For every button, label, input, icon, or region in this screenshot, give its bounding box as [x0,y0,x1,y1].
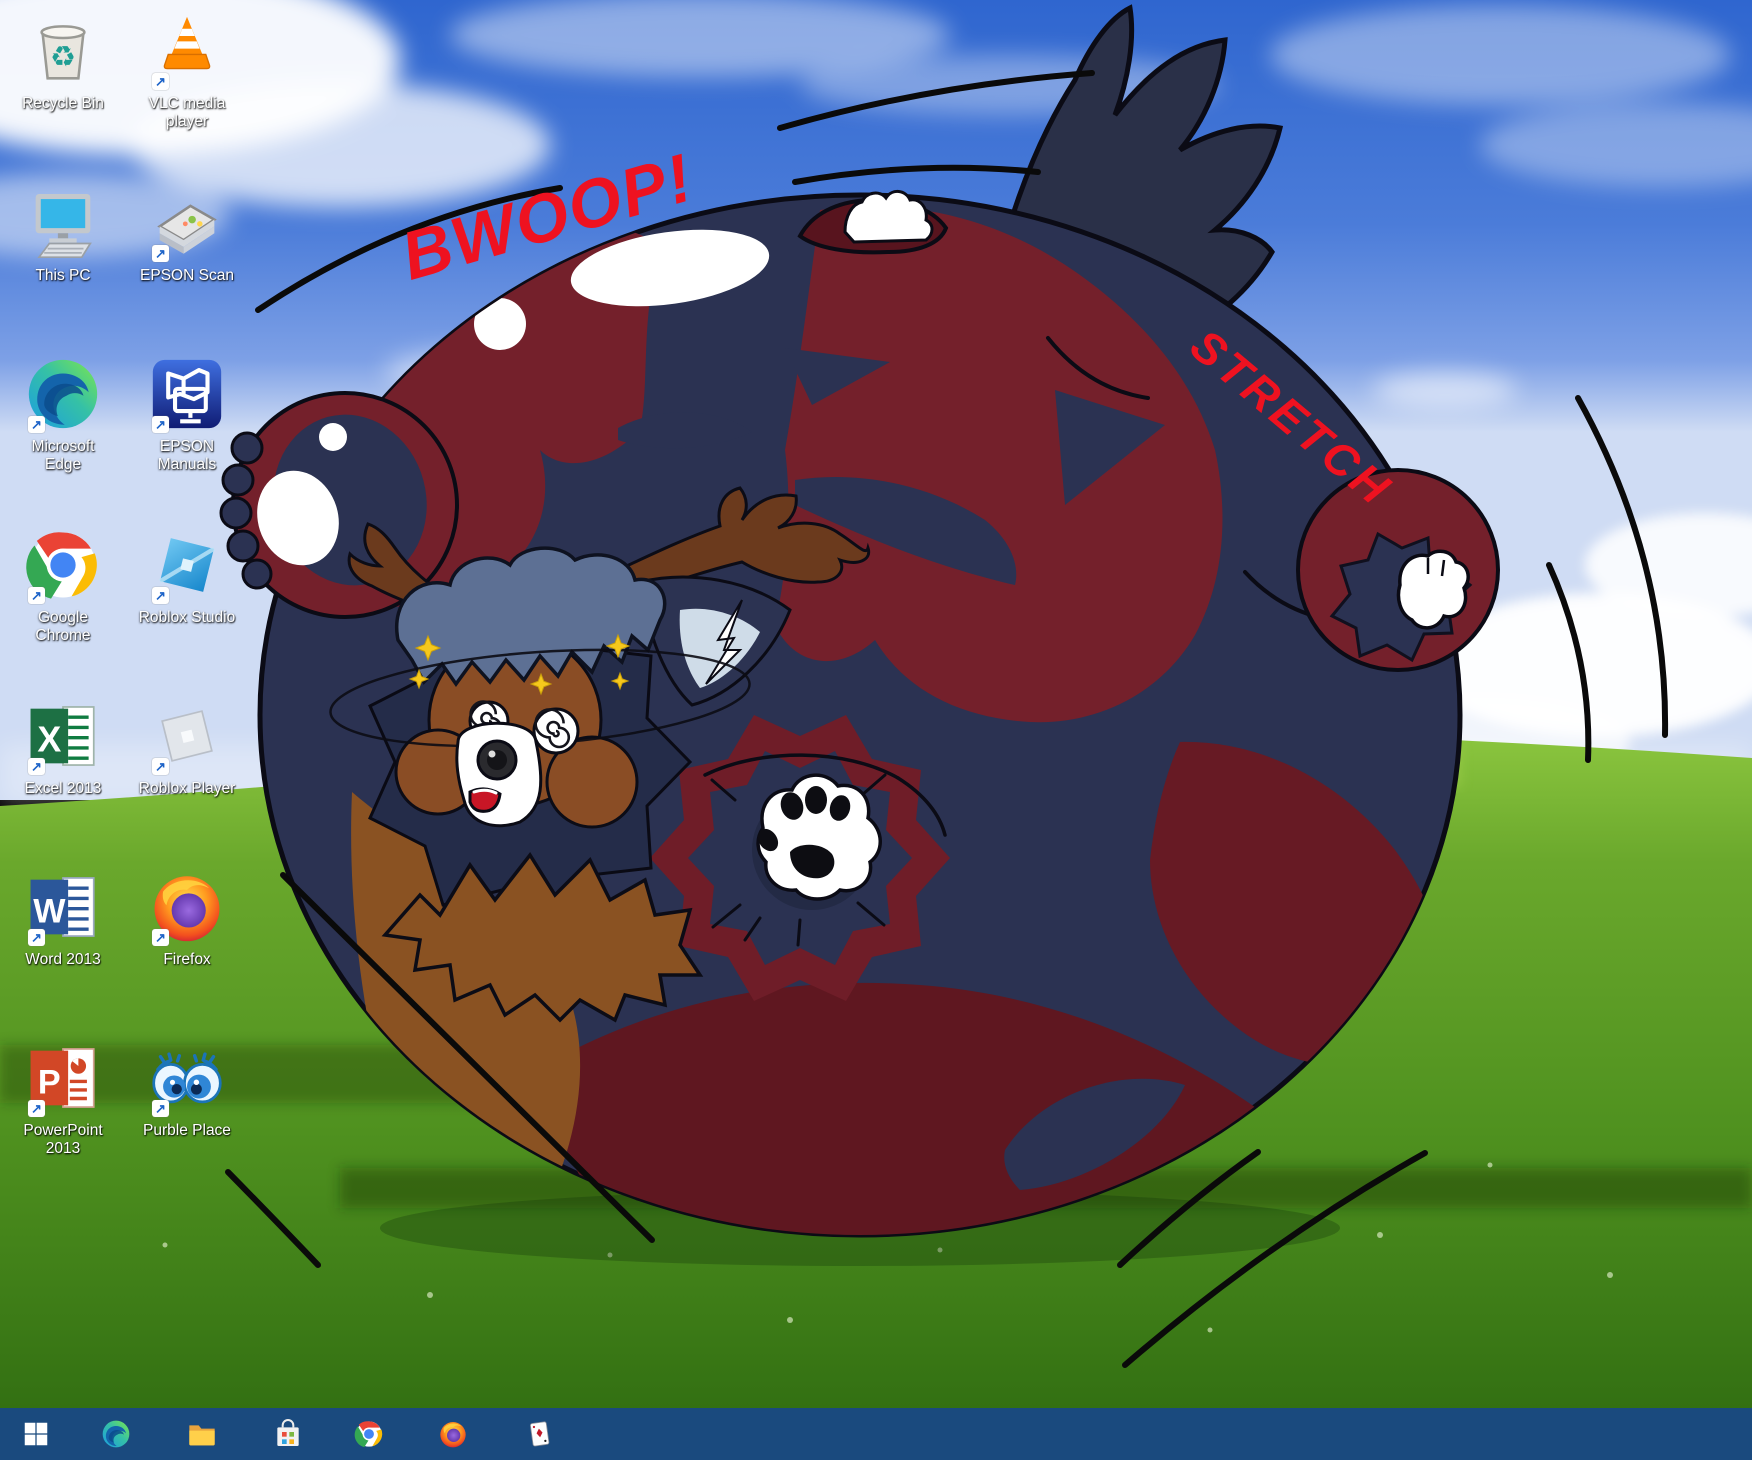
desktop-icon-label: PowerPoint 2013 [23,1122,103,1158]
shortcut-arrow-icon: ↗ [28,416,45,433]
bliss-wallpaper [0,0,1752,1460]
desktop-icon-label: Microsoft Edge [31,438,95,474]
desktop-icon-firefox[interactable]: ↗ Firefox [128,866,246,969]
shortcut-arrow-icon: ↗ [28,929,45,946]
firefox-icon: ↗ [146,866,228,948]
word-2013-icon: W ↗ [22,866,104,948]
taskbar-firefox-icon[interactable] [431,1412,475,1456]
desktop-icon-roblox-player[interactable]: ↗ Roblox Player [128,695,246,798]
desktop-icon-this-pc[interactable]: This PC [4,182,122,285]
desktop-icon-label: Google Chrome [35,609,91,645]
desktop-icon-label: Excel 2013 [24,780,102,797]
desktop-icon-vlc-media-player[interactable]: ↗ VLC media player [128,10,246,132]
desktop-icon-label: Roblox Studio [138,609,236,626]
desktop-screen: ♻ Recycle Bin ↗ VLC media player This PC ↗ EPS… [0,0,1752,1460]
desktop-icon-label: EPSON Manuals [157,438,217,474]
svg-text:P: P [38,1063,61,1101]
shortcut-arrow-icon: ↗ [28,1100,45,1117]
taskbar-solitaire-icon[interactable] [517,1412,561,1456]
desktop-icon-purble-place[interactable]: ↗ Purble Place [128,1037,246,1140]
shortcut-arrow-icon: ↗ [152,416,169,433]
svg-text:X: X [37,719,61,759]
recycle-bin-icon: ♻ [22,10,104,92]
desktop-icon-google-chrome[interactable]: ↗ Google Chrome [4,524,122,646]
desktop-icon-epson-scan[interactable]: ↗ EPSON Scan [128,182,246,285]
powerpoint-2013-icon: P ↗ [22,1037,104,1119]
svg-text:♻: ♻ [50,41,76,73]
shortcut-arrow-icon: ↗ [152,758,169,775]
desktop-icon-label: Firefox [163,951,211,968]
desktop-icon-label: Purble Place [143,1122,231,1139]
microsoft-edge-icon: ↗ [22,353,104,435]
shortcut-arrow-icon: ↗ [152,929,169,946]
desktop-icon-label: Word 2013 [25,951,101,968]
epson-manuals-icon: ↗ [146,353,228,435]
svg-text:W: W [33,892,66,930]
taskbar [0,1408,1752,1460]
roblox-studio-icon: ↗ [146,524,228,606]
google-chrome-icon: ↗ [22,524,104,606]
taskbar-file-explorer-icon[interactable] [180,1412,224,1456]
taskbar-store-icon[interactable] [266,1412,310,1456]
desktop-icon-powerpoint-2013[interactable]: P ↗ PowerPoint 2013 [4,1037,122,1159]
epson-scan-icon: ↗ [146,182,228,264]
desktop-icon-label: Roblox Player [138,780,236,797]
roblox-player-icon: ↗ [146,695,228,777]
taskbar-chrome-icon[interactable] [347,1412,391,1456]
purble-place-icon: ↗ [146,1037,228,1119]
desktop-icon-microsoft-edge[interactable]: ↗ Microsoft Edge [4,353,122,475]
shortcut-arrow-icon: ↗ [28,758,45,775]
taskbar-edge-icon[interactable] [94,1412,138,1456]
shortcut-arrow-icon: ↗ [152,73,169,90]
desktop-icon-roblox-studio[interactable]: ↗ Roblox Studio [128,524,246,627]
shortcut-arrow-icon: ↗ [152,587,169,604]
desktop-icon-excel-2013[interactable]: X ↗ Excel 2013 [4,695,122,798]
start-button[interactable] [14,1412,58,1456]
desktop-icon-recycle-bin[interactable]: ♻ Recycle Bin [4,10,122,113]
excel-2013-icon: X ↗ [22,695,104,777]
shortcut-arrow-icon: ↗ [152,245,169,262]
desktop-icon-epson-manuals[interactable]: ↗ EPSON Manuals [128,353,246,475]
desktop-icon-word-2013[interactable]: W ↗ Word 2013 [4,866,122,969]
shortcut-arrow-icon: ↗ [152,1100,169,1117]
shortcut-arrow-icon: ↗ [28,587,45,604]
desktop-icon-label: EPSON Scan [140,267,234,284]
desktop-icon-label: This PC [35,267,91,284]
this-pc-icon [22,182,104,264]
vlc-media-player-icon: ↗ [146,10,228,92]
desktop-icon-label: Recycle Bin [22,95,104,112]
desktop-icon-label: VLC media player [148,95,226,131]
